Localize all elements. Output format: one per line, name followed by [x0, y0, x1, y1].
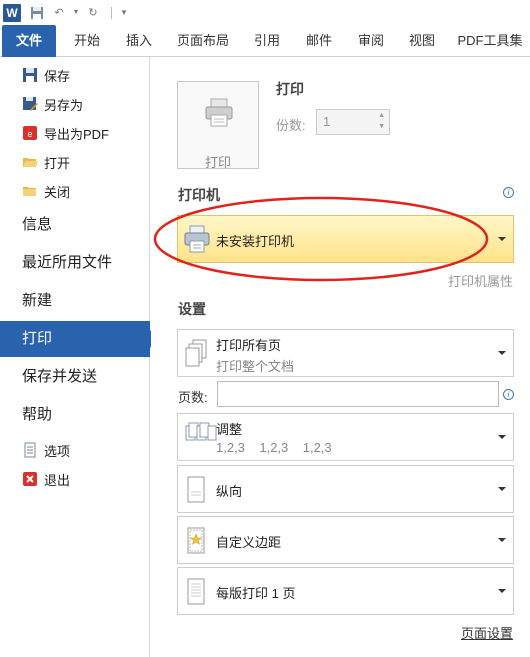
- custom-margins-icon: [185, 527, 207, 555]
- options-icon: [22, 442, 38, 458]
- orientation-label: 纵向: [216, 484, 243, 499]
- collate-desc: 1,2,3 1,2,3 1,2,3: [216, 440, 332, 455]
- chevron-down-icon: [498, 351, 506, 355]
- pdf-icon: e: [22, 125, 38, 141]
- margins-label: 自定义边距: [216, 535, 282, 550]
- printer-icon: [203, 96, 235, 131]
- open-folder-icon: [22, 154, 38, 170]
- ribbon-tabs: 文件 开始 插入 页面布局 引用 邮件 审阅 视图 PDF工具集: [0, 25, 530, 57]
- tab-review[interactable]: 审阅: [350, 25, 392, 57]
- nav-save-as[interactable]: 另存为: [22, 93, 83, 115]
- collate-icon: [185, 422, 217, 450]
- nav-save[interactable]: 保存: [22, 64, 70, 86]
- print-range-dropdown[interactable]: 打印所有页 打印整个文档: [177, 329, 514, 377]
- backstage-nav: 保存 另存为 e 导出为PDF 打开 关闭 信息 最近所用文件 新建 打印 保存…: [0, 57, 159, 657]
- nav-help[interactable]: 帮助: [22, 401, 52, 429]
- copies-stepper[interactable]: 1 ▲ ▼: [316, 109, 390, 135]
- print-range-title: 打印所有页: [216, 338, 282, 353]
- nav-info[interactable]: 信息: [22, 211, 52, 239]
- spin-up-icon[interactable]: ▲: [378, 112, 385, 119]
- customize-toolbar-icon[interactable]: ▼: [116, 5, 132, 21]
- nav-save-as-label: 另存为: [44, 97, 84, 113]
- undo-icon[interactable]: ↶: [51, 5, 67, 21]
- chevron-down-icon: [498, 237, 506, 241]
- nav-export-pdf-label: 导出为PDF: [44, 126, 110, 142]
- printer-properties-link[interactable]: 打印机属性: [448, 271, 513, 290]
- collate-title: 调整: [216, 422, 243, 437]
- nav-exit[interactable]: 退出: [22, 468, 70, 490]
- tab-references[interactable]: 引用: [246, 25, 288, 57]
- print-heading: 打印: [276, 81, 304, 97]
- printer-section-title: 打印机: [178, 187, 220, 203]
- nav-recent[interactable]: 最近所用文件: [22, 249, 112, 277]
- chevron-down-icon: [498, 589, 506, 593]
- print-button[interactable]: 打印: [177, 81, 259, 170]
- word-app-icon[interactable]: W: [3, 3, 21, 22]
- pages-per-sheet-dropdown[interactable]: 每版打印 1 页: [177, 567, 514, 615]
- nav-close[interactable]: 关闭: [22, 180, 70, 202]
- copies-value: 1: [323, 114, 331, 129]
- nav-save-label: 保存: [44, 68, 71, 84]
- margins-dropdown[interactable]: 自定义边距: [177, 516, 514, 564]
- chevron-down-icon: [498, 538, 506, 542]
- nav-print-label: 打印: [22, 330, 53, 347]
- tab-home[interactable]: 开始: [62, 25, 112, 57]
- collate-dropdown[interactable]: 调整 1,2,3 1,2,3 1,2,3: [177, 413, 514, 461]
- save-icon: [22, 67, 38, 83]
- nav-options-label: 选项: [44, 443, 71, 459]
- pages-stack-icon: [185, 339, 207, 367]
- pages-per-sheet-label: 每版打印 1 页: [216, 586, 296, 601]
- tab-page-layout[interactable]: 页面布局: [168, 25, 238, 57]
- tab-insert[interactable]: 插入: [118, 25, 160, 57]
- spin-down-icon[interactable]: ▼: [378, 123, 385, 130]
- print-button-label: 打印: [204, 155, 231, 170]
- undo-dropdown-icon[interactable]: ▼: [73, 5, 80, 21]
- nav-print[interactable]: 打印: [0, 321, 159, 357]
- close-folder-icon: [22, 183, 38, 199]
- copies-label: 份数:: [276, 118, 306, 133]
- printer-name: 未安装打印机: [216, 234, 295, 249]
- nav-close-label: 关闭: [44, 184, 71, 200]
- tab-mailings[interactable]: 邮件: [296, 25, 342, 57]
- exit-icon: [22, 471, 38, 487]
- printer-icon: [183, 224, 211, 257]
- info-icon[interactable]: i: [503, 389, 514, 400]
- divider: [111, 6, 112, 19]
- orientation-dropdown[interactable]: 纵向: [177, 465, 514, 513]
- nav-export-pdf[interactable]: e 导出为PDF: [22, 122, 109, 144]
- nav-options[interactable]: 选项: [22, 439, 70, 461]
- print-panel: 打印 打印 份数: 1 ▲ ▼ 打印机 i 未安装打印机 打印机属性 设置 打印…: [151, 57, 530, 657]
- svg-text:e: e: [27, 129, 32, 139]
- print-range-desc: 打印整个文档: [216, 359, 295, 374]
- save-as-icon: [22, 96, 38, 112]
- chevron-down-icon: [498, 487, 506, 491]
- info-icon[interactable]: i: [503, 187, 514, 198]
- pages-label: 页数:: [178, 390, 208, 405]
- nav-exit-label: 退出: [44, 472, 71, 488]
- page-setup-link[interactable]: 页面设置: [461, 623, 513, 642]
- save-quick-icon[interactable]: [29, 5, 45, 21]
- nav-open-label: 打开: [44, 155, 71, 171]
- tab-view[interactable]: 视图: [400, 25, 444, 57]
- redo-icon[interactable]: ↻: [85, 5, 101, 21]
- nav-open[interactable]: 打开: [22, 151, 70, 173]
- portrait-icon: [185, 476, 207, 504]
- settings-section-title: 设置: [178, 301, 206, 317]
- tab-file[interactable]: 文件: [2, 25, 56, 57]
- nav-new[interactable]: 新建: [22, 287, 52, 315]
- pages-input[interactable]: [217, 381, 499, 407]
- nav-save-send[interactable]: 保存并发送: [22, 363, 97, 391]
- printer-dropdown[interactable]: 未安装打印机: [177, 215, 514, 263]
- tab-pdf-tools[interactable]: PDF工具集: [452, 25, 528, 57]
- page-icon: [185, 578, 207, 606]
- title-bar: W ↶ ▼ ↻ ▼: [0, 0, 530, 25]
- chevron-down-icon: [498, 435, 506, 439]
